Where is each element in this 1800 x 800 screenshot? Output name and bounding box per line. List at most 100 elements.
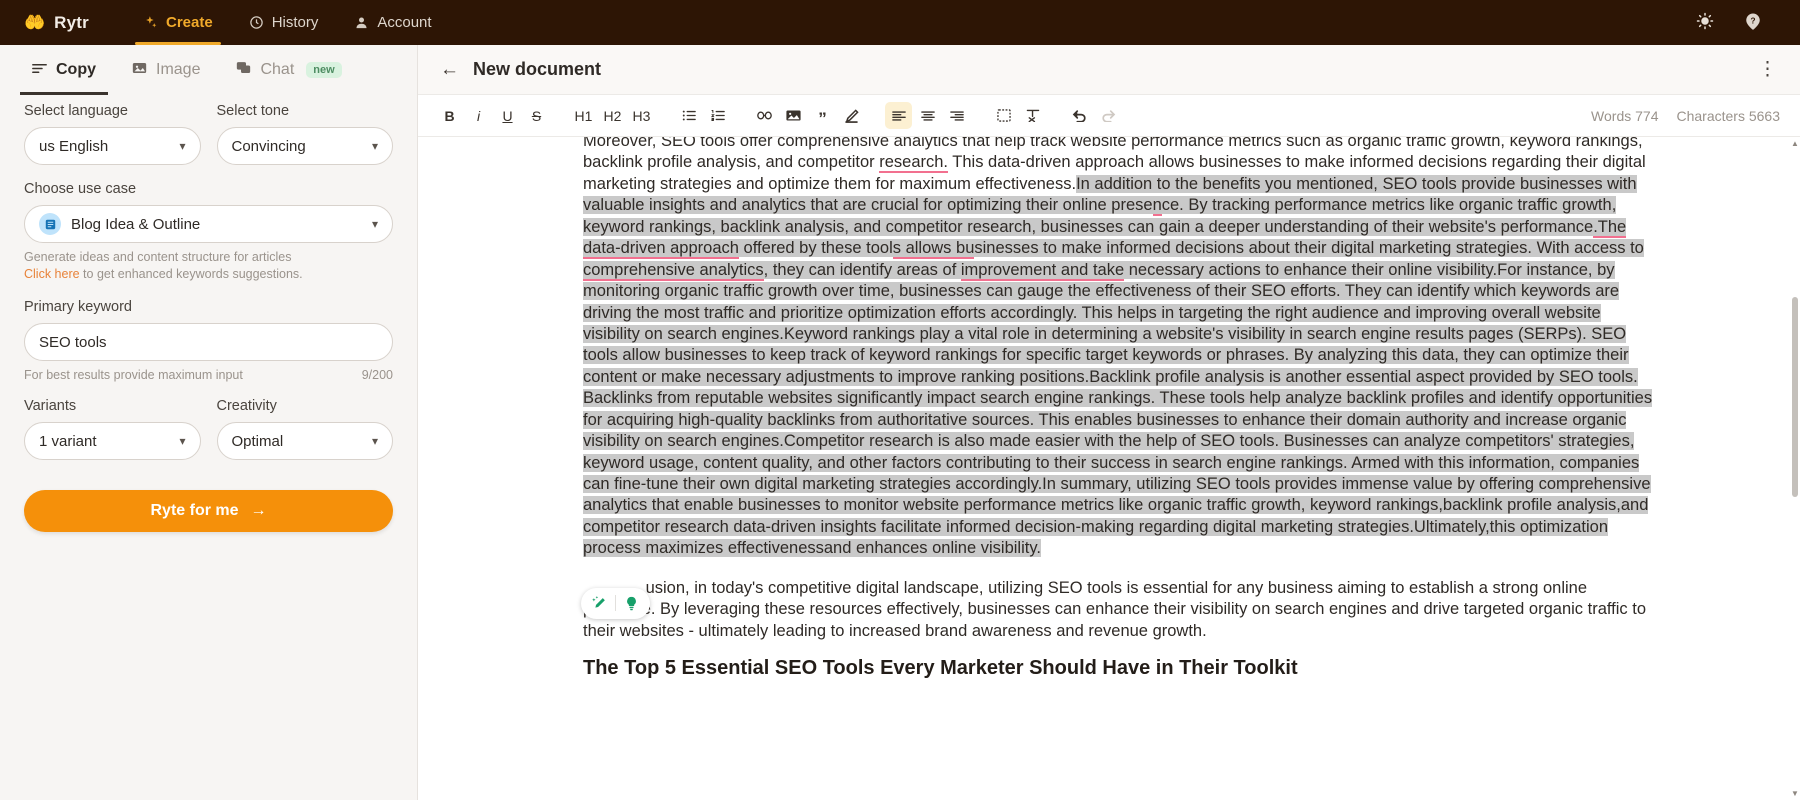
brand-logo-group[interactable]: 🤲 Rytr — [24, 13, 89, 33]
tab-image[interactable]: Image — [114, 45, 218, 95]
tab-copy[interactable]: Copy — [14, 45, 114, 95]
generation-form: Select language us English ▾ Select tone… — [0, 95, 417, 532]
chevron-down-icon: ▾ — [372, 434, 378, 448]
creativity-label: Creativity — [217, 398, 394, 414]
highlighter-button[interactable] — [838, 102, 865, 129]
scroll-up-arrow-icon[interactable]: ▲ — [1790, 139, 1800, 148]
magic-pencil-icon[interactable] — [587, 591, 612, 616]
editor-scrollbar[interactable]: ▲ ▼ — [1790, 137, 1800, 800]
align-right-button[interactable] — [943, 102, 970, 129]
left-sidebar: Copy Image Chat new Select language — [0, 45, 418, 800]
ryte-for-me-label: Ryte for me — [150, 502, 238, 520]
top-navigation-bar: 🤲 Rytr Create History Account ? — [0, 0, 1800, 45]
heading-1-button[interactable]: H1 — [570, 102, 597, 129]
bold-button[interactable]: B — [436, 102, 463, 129]
tone-field: Select tone Convincing ▾ — [217, 103, 394, 165]
tab-image-label: Image — [156, 61, 200, 79]
align-center-button[interactable] — [914, 102, 941, 129]
insert-image-button[interactable] — [780, 102, 807, 129]
nav-item-account[interactable]: Account — [336, 0, 449, 45]
link-icon — [757, 109, 772, 122]
click-here-link[interactable]: Click here — [24, 267, 80, 281]
use-case-select[interactable]: Blog Idea & Outline ▾ — [24, 205, 393, 243]
lightbulb-icon[interactable] — [619, 591, 644, 616]
primary-keyword-field: Primary keyword For best results provide… — [24, 299, 393, 382]
document-outline-icon — [39, 213, 61, 235]
grammar-mark[interactable]: research. — [879, 153, 948, 173]
language-tone-row: Select language us English ▾ Select tone… — [24, 103, 393, 181]
use-case-label: Choose use case — [24, 181, 393, 197]
blockquote-button[interactable]: ” — [809, 102, 836, 129]
grammar-mark[interactable]: n — [1153, 196, 1162, 216]
kebab-menu-icon[interactable]: ⋮ — [1758, 58, 1778, 81]
creativity-select[interactable]: Optimal ▾ — [217, 422, 394, 460]
tab-chat-badge: new — [306, 62, 341, 78]
creativity-field: Creativity Optimal ▾ — [217, 398, 394, 460]
selected-text-d: sinesses to make informed decisions abou… — [974, 239, 1643, 257]
tab-chat[interactable]: Chat new — [218, 45, 359, 95]
chevron-down-icon: ▾ — [372, 139, 378, 153]
clear-format-icon — [1026, 109, 1040, 122]
link-button[interactable] — [751, 102, 778, 129]
grammar-mark[interactable]: comprehensive analytics — [583, 261, 764, 281]
sidebar-tabs: Copy Image Chat new — [0, 45, 417, 95]
editor-area: Moreover, SEO tools offer comprehensive … — [418, 137, 1800, 800]
bullet-list-icon — [682, 109, 696, 122]
document-heading: The Top 5 Essential SEO Tools Every Mark… — [583, 655, 1660, 681]
align-right-icon — [950, 110, 964, 122]
chevron-down-icon: ▾ — [372, 217, 378, 231]
underline-button[interactable]: U — [494, 102, 521, 129]
document-editor[interactable]: Moreover, SEO tools offer comprehensive … — [418, 137, 1790, 800]
person-icon — [354, 15, 369, 30]
paragraph-clipped: Moreover, SEO tools offer comprehensive … — [583, 137, 1660, 560]
tone-select[interactable]: Convincing ▾ — [217, 127, 394, 165]
ryte-for-me-button[interactable]: Ryte for me → — [24, 490, 393, 532]
redo-button[interactable] — [1095, 102, 1122, 129]
clock-history-icon — [249, 15, 264, 30]
chat-icon — [236, 61, 251, 79]
bullet-list-button[interactable] — [675, 102, 702, 129]
tone-label: Select tone — [217, 103, 394, 119]
word-count: Words 774 — [1591, 108, 1658, 124]
arrow-left-icon[interactable]: ← — [440, 60, 459, 79]
paragraph-1-line1: Moreover, SEO tools offer comprehensive … — [583, 137, 1505, 150]
grammar-mark[interactable]: improvement and take — [961, 261, 1124, 281]
strikethrough-button[interactable]: S — [523, 102, 550, 129]
nav-item-create[interactable]: Create — [125, 0, 231, 45]
nav-item-history[interactable]: History — [231, 0, 337, 45]
nav-item-history-label: History — [272, 14, 319, 31]
sparkles-icon — [143, 15, 158, 30]
primary-keyword-helper: For best results provide maximum input — [24, 368, 243, 382]
quote-icon: ” — [818, 113, 827, 119]
chevron-down-icon: ▾ — [179, 139, 185, 153]
page-title: New document — [473, 59, 601, 80]
variants-select[interactable]: 1 variant ▾ — [24, 422, 201, 460]
help-circle-icon[interactable]: ? — [1744, 12, 1762, 33]
language-select[interactable]: us English ▾ — [24, 127, 201, 165]
primary-keyword-input[interactable] — [24, 323, 393, 361]
nav-item-account-label: Account — [377, 14, 431, 31]
insert-block-button[interactable] — [990, 102, 1017, 129]
document-header: ← New document ⋮ — [418, 45, 1800, 95]
use-case-field: Choose use case Blog Idea & Outline ▾ Ge… — [24, 181, 393, 281]
italic-button[interactable]: i — [465, 102, 492, 129]
undo-button[interactable] — [1066, 102, 1093, 129]
scroll-down-arrow-icon[interactable]: ▼ — [1790, 789, 1800, 798]
align-left-icon — [892, 110, 906, 122]
grammar-mark[interactable]: s allows bu — [893, 239, 975, 259]
chevron-down-icon: ▾ — [179, 434, 185, 448]
paragraph-2-text: usion, in today's competitive digital la… — [583, 579, 1646, 640]
sun-icon[interactable] — [1696, 12, 1714, 33]
numbered-list-button[interactable] — [704, 102, 731, 129]
align-left-button[interactable] — [885, 102, 912, 129]
numbered-list-icon — [711, 109, 725, 122]
document-content: Moreover, SEO tools offer comprehensive … — [583, 137, 1660, 681]
scrollbar-thumb[interactable] — [1792, 297, 1798, 497]
svg-text:?: ? — [1750, 16, 1755, 25]
clear-format-button[interactable] — [1019, 102, 1046, 129]
brand-name: Rytr — [54, 13, 89, 33]
heading-3-button[interactable]: H3 — [628, 102, 655, 129]
heading-2-button[interactable]: H2 — [599, 102, 626, 129]
app-body: Copy Image Chat new Select language — [0, 45, 1800, 800]
tab-chat-label: Chat — [260, 61, 294, 79]
